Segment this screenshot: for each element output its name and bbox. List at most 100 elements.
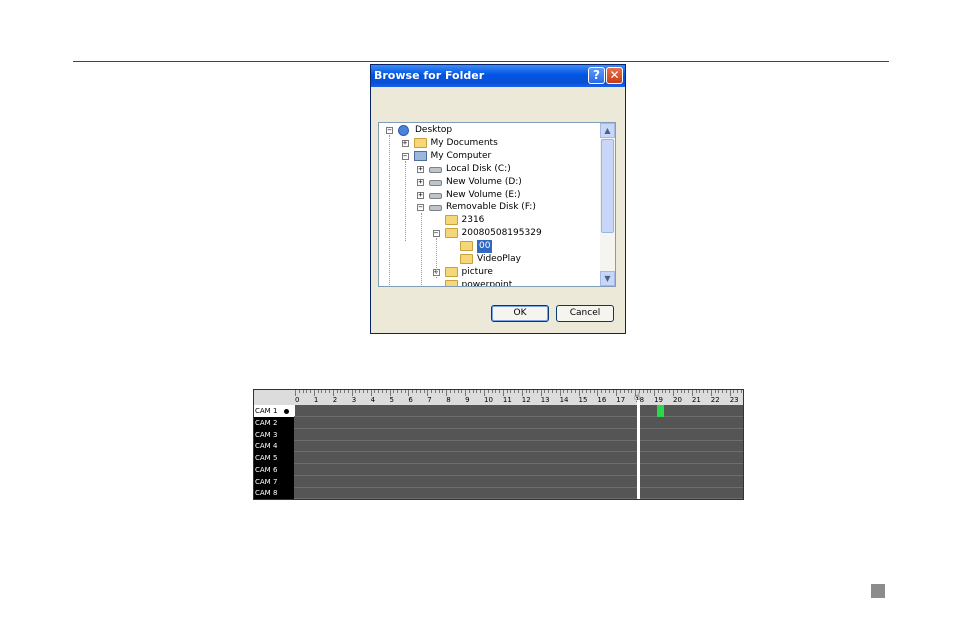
hour-label: 8 <box>446 396 451 404</box>
ruler-tick <box>552 390 554 393</box>
tree-item-label: Local Disk (C:) <box>446 163 511 174</box>
tree-item[interactable]: − Removable Disk (F:) <box>379 201 599 214</box>
tree-item[interactable]: + My Documents <box>379 137 599 150</box>
hour-label: 17 <box>616 396 626 404</box>
ruler-tick <box>321 390 323 393</box>
tree-item[interactable]: − 20080508195329 <box>379 227 599 240</box>
scroll-up-button[interactable]: ▲ <box>600 123 615 138</box>
expand-icon[interactable]: + <box>417 178 424 186</box>
ruler-tick <box>695 390 697 393</box>
tree-guide-line <box>436 238 437 278</box>
ruler-tick <box>476 390 478 393</box>
collapse-icon[interactable]: − <box>386 127 393 134</box>
drive-icon <box>429 192 442 199</box>
tree-item[interactable]: + New Volume (E:) <box>379 189 599 202</box>
hour-ruler[interactable]: 01234567891011121314151617181920212223 <box>294 390 743 405</box>
ruler-tick <box>499 390 501 393</box>
dialog-titlebar[interactable]: Browse for Folder ? ✕ <box>371 65 625 87</box>
ruler-tick <box>495 390 497 393</box>
collapse-icon[interactable]: − <box>401 152 409 160</box>
drive-icon <box>429 205 442 212</box>
camera-track[interactable] <box>294 452 743 464</box>
ruler-tick <box>642 390 644 393</box>
ruler-tick <box>707 390 709 393</box>
page-marker <box>871 584 885 598</box>
ruler-tick <box>400 390 402 393</box>
ruler-tick <box>722 390 724 393</box>
tree-item[interactable]: − My Computer <box>379 150 599 163</box>
ruler-tick <box>699 390 701 393</box>
scroll-thumb[interactable] <box>601 139 614 233</box>
tree-item[interactable]: 2316 <box>379 214 599 227</box>
ruler-tick <box>404 390 406 393</box>
ruler-tick <box>310 390 312 393</box>
ruler-tick <box>661 390 663 393</box>
cancel-button[interactable]: Cancel <box>556 305 614 322</box>
hour-label: 7 <box>427 396 432 404</box>
camera-label[interactable]: CAM 5 <box>254 452 295 464</box>
ruler-tick <box>567 390 569 393</box>
expand-icon[interactable]: + <box>401 139 409 147</box>
expand-icon[interactable]: + <box>417 165 424 173</box>
tree-item[interactable]: + New Volume (D:) <box>379 176 599 189</box>
ruler-tick <box>325 390 327 393</box>
help-button[interactable]: ? <box>588 67 605 84</box>
tree-item[interactable]: powerpoint <box>379 279 599 286</box>
expand-icon[interactable]: + <box>417 191 424 199</box>
camera-track[interactable] <box>294 476 743 488</box>
ruler-tick <box>336 390 338 393</box>
camera-label[interactable]: CAM 7 <box>254 476 295 488</box>
camera-label[interactable]: CAM 8 <box>254 487 295 499</box>
hour-label: 6 <box>408 396 413 404</box>
tree-scrollbar[interactable]: ▲ ▼ <box>600 123 615 286</box>
camera-label[interactable]: CAM 4 <box>254 440 295 452</box>
folder-icon <box>444 279 458 286</box>
ruler-tick <box>518 390 520 393</box>
folder-tree-content: − Desktop + My Documents − My Computer + Local … <box>379 123 601 286</box>
tree-item-label: 20080508195329 <box>461 228 542 239</box>
ruler-tick <box>317 390 319 393</box>
tree-item[interactable]: + picture <box>379 266 599 279</box>
ruler-tick <box>684 390 686 393</box>
scroll-down-button[interactable]: ▼ <box>600 271 615 286</box>
tree-item[interactable]: 00 <box>379 240 599 254</box>
tree-item-label: My Computer <box>430 150 492 161</box>
tree-item-label: New Volume (D:) <box>446 176 522 187</box>
hour-label: 14 <box>559 396 569 404</box>
ruler-tick <box>359 390 361 393</box>
collapse-icon[interactable]: − <box>432 230 440 238</box>
camera-track[interactable] <box>294 487 743 500</box>
camera-label[interactable]: CAM 3 <box>254 429 295 441</box>
tree-item[interactable]: + Local Disk (C:) <box>379 163 599 176</box>
playhead-line[interactable] <box>637 400 641 499</box>
ruler-tick <box>480 390 482 393</box>
recording-timeline[interactable]: 01234567891011121314151617181920212223 C… <box>253 389 744 500</box>
recording-segment[interactable] <box>657 405 664 417</box>
camera-track[interactable] <box>294 405 743 417</box>
camera-track[interactable] <box>294 429 743 441</box>
camera-track[interactable] <box>294 440 743 453</box>
camera-track[interactable] <box>294 464 743 476</box>
hand-cursor-icon: ☝ <box>634 392 641 403</box>
ruler-tick <box>665 390 667 393</box>
ruler-tick <box>525 390 527 393</box>
folder-icon <box>444 228 458 239</box>
dialog-title: Browse for Folder <box>374 69 485 82</box>
camera-label[interactable]: CAM 6 <box>254 464 295 476</box>
ruler-tick <box>612 390 614 393</box>
camera-label[interactable]: CAM 2 <box>254 417 295 429</box>
folder-tree[interactable]: − Desktop + My Documents − My Computer + Local … <box>378 122 616 287</box>
camera-track[interactable] <box>294 417 743 429</box>
ok-button[interactable]: OK <box>491 305 549 322</box>
ruler-tick <box>536 390 538 393</box>
collapse-icon[interactable]: − <box>417 204 424 212</box>
header-rule <box>73 61 889 62</box>
camera-label-text: CAM 3 <box>255 430 278 439</box>
tree-item[interactable]: − Desktop <box>379 124 599 137</box>
close-button[interactable]: ✕ <box>606 67 623 84</box>
ruler-tick <box>306 390 308 393</box>
hour-label: 16 <box>597 396 607 404</box>
camera-label[interactable]: CAM 1 <box>254 405 295 417</box>
ruler-tick <box>631 390 633 393</box>
tree-item[interactable]: VideoPlay <box>379 253 599 266</box>
